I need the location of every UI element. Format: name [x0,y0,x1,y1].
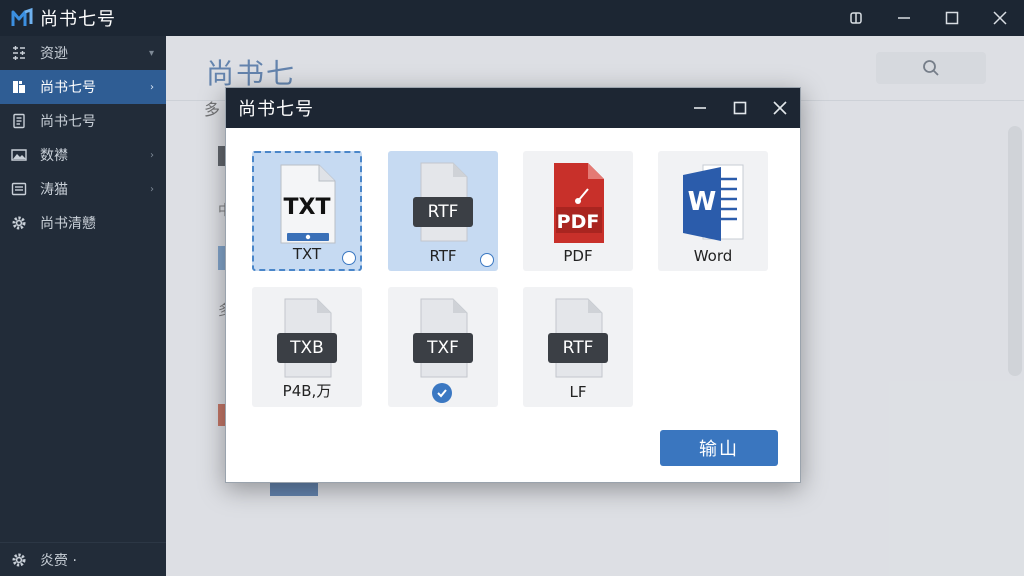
word-badge: W [687,187,717,217]
minimize-button[interactable] [880,0,928,36]
tile-label: PDF [563,247,593,265]
sidebar-item-label: 尚书清戆 [40,216,96,232]
app-logo-icon [10,6,34,30]
gear-icon [10,214,28,232]
grid-icon [10,44,28,62]
rtf-file-icon: RTF [403,161,483,247]
chevron-right-icon: › [150,149,154,161]
maximize-button[interactable] [928,0,976,36]
sidebar-item-label: 资逊 [40,46,68,62]
format-tile-rtf[interactable]: RTF RTF [388,151,498,271]
window-controls [832,0,1024,36]
dialog-title: 尚书七号 [238,99,314,120]
check-circle-icon [432,383,452,403]
txb-badge: TXB [277,333,337,363]
sidebar-item-label: 尚书七号 [40,80,96,96]
sidebar-item-label: 数襟 [40,148,68,164]
image-icon [10,146,28,164]
tile-label: P4B,万 [282,382,332,400]
chevron-right-icon: › [150,183,154,195]
app-title: 尚书七号 [40,9,116,30]
sidebar-item-label: 涛猫 [40,182,68,198]
txf-file-icon: TXF [403,297,483,383]
export-button[interactable]: 输山 [660,430,778,466]
sidebar-footer-label: 炎赍 · [40,552,77,569]
sidebar: 资逊 ▾ 尚书七号 › 尚书七号 数襟 › 涛猫 › 尚书清戆 炎赍 · [0,36,166,576]
home-icon [10,78,28,96]
sidebar-item-5[interactable]: 尚书清戆 [0,206,166,240]
format-tile-txf[interactable]: TXF [388,287,498,407]
check-icon [342,251,356,265]
rtf-file-icon: RTF [538,297,618,383]
sidebar-item-1[interactable]: 尚书七号 › [0,70,166,104]
check-icon [480,253,494,267]
dialog-minimize-button[interactable] [680,88,720,128]
format-tile-pdf[interactable]: PDF PDF [523,151,633,271]
sidebar-item-3[interactable]: 数襟 › [0,138,166,172]
format-tile-word[interactable]: W Word [658,151,768,271]
sidebar-footer[interactable]: 炎赍 · [0,542,166,576]
dialog-titlebar: 尚书七号 [226,88,800,128]
document-icon [10,112,28,130]
close-button[interactable] [976,0,1024,36]
txb-file-icon: TXB [267,297,347,383]
pdf-file-icon: PDF [538,161,618,247]
rtf-badge: RTF [413,197,473,227]
sidebar-item-0[interactable]: 资逊 ▾ [0,36,166,70]
chevron-down-icon: ▾ [148,47,154,59]
dialog-close-button[interactable] [760,88,800,128]
txt-badge: TXT [283,195,331,220]
lf-badge: RTF [548,333,608,363]
txf-badge: TXF [413,333,473,363]
format-tile-txt[interactable]: TXT TXT [252,151,362,271]
sidebar-item-label: 尚书七号 [40,114,96,130]
txt-file-icon: TXT [267,163,347,249]
list-icon [10,180,28,198]
format-tile-txb[interactable]: TXB P4B,万 [252,287,362,407]
chevron-right-icon: › [150,81,154,93]
tile-label: Word [693,247,733,265]
dialog-maximize-button[interactable] [720,88,760,128]
sidebar-item-4[interactable]: 涛猫 › [0,172,166,206]
export-dialog: 尚书七号 TXT TXT RTF RTF PDF PDF W Word TXB … [225,87,801,483]
gear-icon [10,551,28,569]
sidebar-item-2[interactable]: 尚书七号 [0,104,166,138]
app-titlebar: 尚书七号 [0,0,1024,36]
format-tile-lf[interactable]: RTF LF [523,287,633,407]
restore-icon[interactable] [832,0,880,36]
dialog-controls [680,88,800,128]
pdf-badge: PDF [556,211,600,233]
tile-label: LF [569,383,587,401]
word-file-icon: W [673,161,753,247]
